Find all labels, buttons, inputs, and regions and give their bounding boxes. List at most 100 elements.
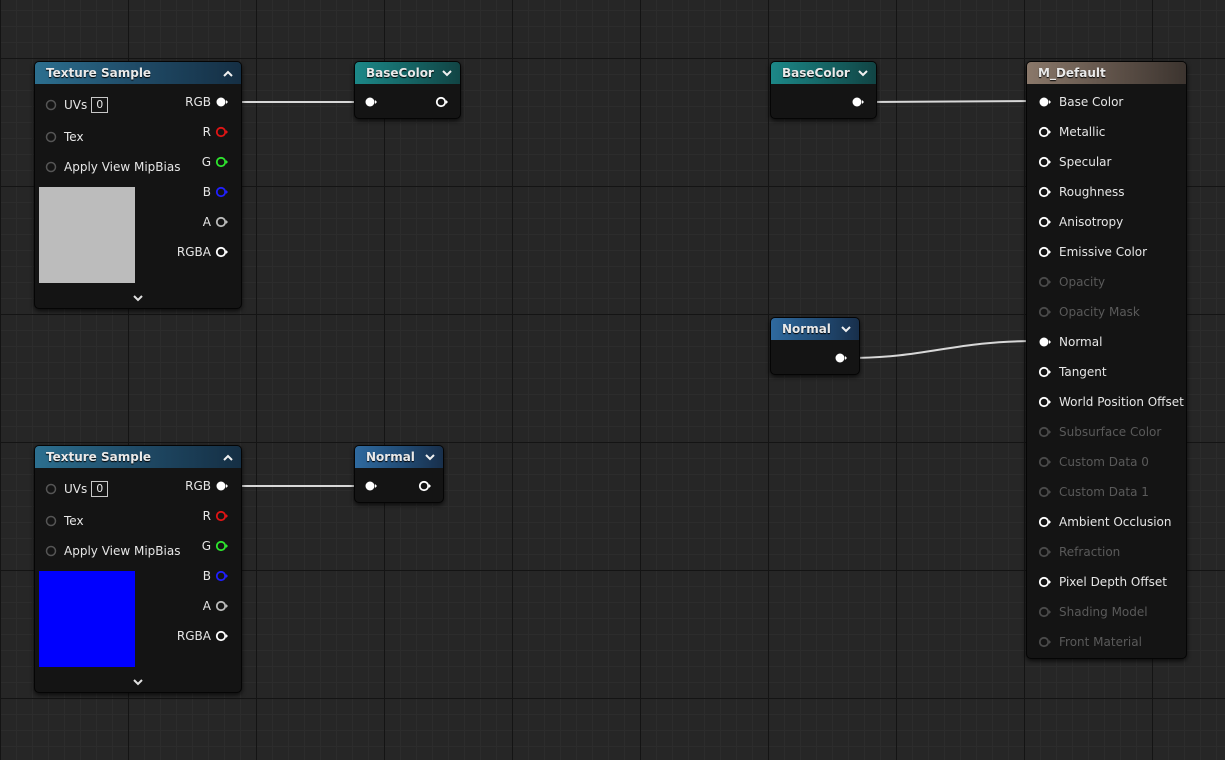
named-reroute-normal-declaration[interactable]: Normal (354, 445, 444, 503)
material-input-pin-icon[interactable] (1038, 155, 1052, 169)
r-output-pin-icon[interactable] (215, 125, 229, 139)
dropdown-chevron-down-icon[interactable] (857, 62, 869, 84)
dropdown-chevron-down-icon[interactable] (441, 62, 453, 84)
mipbias-input-pin-icon[interactable] (44, 544, 58, 558)
material-graph-canvas[interactable]: Texture Sample UVs 0 Tex Apply View MipBi… (0, 0, 1225, 760)
mipbias-input-label: Apply View MipBias (64, 544, 181, 558)
material-input-pin-icon[interactable] (1038, 365, 1052, 379)
named-reroute-basecolor-declaration[interactable]: BaseColor (354, 61, 461, 119)
normal-output-pin-icon[interactable] (418, 479, 432, 493)
uvs-value-box[interactable]: 0 (91, 97, 109, 113)
material-input-label: Custom Data 1 (1059, 485, 1149, 499)
material-input-pin-icon[interactable] (1038, 575, 1052, 589)
uvs-input-row: UVs 0 (64, 481, 109, 497)
rgba-output-label: RGBA (176, 245, 211, 259)
g-output-pin-icon[interactable] (215, 155, 229, 169)
material-input-label: World Position Offset (1059, 395, 1184, 409)
material-input-label: Roughness (1059, 185, 1125, 199)
texture-preview-thumbnail (39, 571, 135, 667)
material-input-label: Base Color (1059, 95, 1124, 109)
material-input-label: Shading Model (1059, 605, 1148, 619)
normal-usage-output-pin-icon[interactable] (834, 351, 848, 365)
rgb-output-label: RGB (185, 479, 211, 493)
a-output-label: A (202, 215, 211, 229)
g-output-label: G (201, 155, 211, 169)
material-input-pin-icon[interactable] (1038, 605, 1052, 619)
tex-input-label: Tex (64, 130, 84, 144)
tex-input-pin-icon[interactable] (44, 130, 58, 144)
material-input-pin-icon[interactable] (1038, 425, 1052, 439)
node-header[interactable]: M_Default (1027, 62, 1186, 84)
basecolor-usage-output-pin-icon[interactable] (851, 95, 865, 109)
material-input-pin-icon[interactable] (1038, 395, 1052, 409)
material-input-label: Ambient Occlusion (1059, 515, 1172, 529)
expand-chevron-down-icon[interactable] (131, 676, 145, 688)
material-input-pin-icon[interactable] (1038, 95, 1052, 109)
material-result-node[interactable]: M_Default Base Color Metallic Specular Roug… (1026, 61, 1187, 659)
uvs-label: UVs (64, 482, 88, 496)
g-output-pin-icon[interactable] (215, 539, 229, 553)
node-header[interactable]: Normal (355, 446, 443, 468)
material-input-pin-icon[interactable] (1038, 515, 1052, 529)
mipbias-input-label: Apply View MipBias (64, 160, 181, 174)
basecolor-input-pin-icon[interactable] (364, 95, 378, 109)
a-output-pin-icon[interactable] (215, 215, 229, 229)
uvs-input-pin-icon[interactable] (44, 482, 58, 496)
material-input-label: Opacity (1059, 275, 1106, 289)
material-input-pin-icon[interactable] (1038, 185, 1052, 199)
dropdown-chevron-down-icon[interactable] (424, 446, 436, 468)
material-input-label: Front Material (1059, 635, 1142, 649)
rgb-output-pin-icon[interactable] (215, 95, 229, 109)
material-input-pin-icon[interactable] (1038, 485, 1052, 499)
node-header[interactable]: BaseColor (355, 62, 460, 84)
material-input-label: Normal (1059, 335, 1103, 349)
material-input-pin-icon[interactable] (1038, 245, 1052, 259)
material-input-pin-icon[interactable] (1038, 305, 1052, 319)
material-input-label: Custom Data 0 (1059, 455, 1149, 469)
material-input-pin-icon[interactable] (1038, 545, 1052, 559)
texture-sample-node-2[interactable]: Texture Sample UVs 0 Tex Apply View MipBi… (34, 445, 242, 693)
material-input-label: Metallic (1059, 125, 1106, 139)
node-title: BaseColor (782, 66, 850, 80)
normal-input-pin-icon[interactable] (364, 479, 378, 493)
node-header[interactable]: BaseColor (771, 62, 876, 84)
material-input-pin-icon[interactable] (1038, 635, 1052, 649)
collapse-chevron-up-icon[interactable] (222, 446, 234, 468)
b-output-pin-icon[interactable] (215, 185, 229, 199)
node-header[interactable]: Texture Sample (35, 446, 241, 468)
basecolor-output-pin-icon[interactable] (435, 95, 449, 109)
material-input-pin-icon[interactable] (1038, 215, 1052, 229)
material-input-pin-icon[interactable] (1038, 275, 1052, 289)
material-input-pin-icon[interactable] (1038, 125, 1052, 139)
node-title: Texture Sample (46, 450, 152, 464)
material-input-label: Tangent (1059, 365, 1107, 379)
material-input-pin-icon[interactable] (1038, 335, 1052, 349)
node-header[interactable]: Texture Sample (35, 62, 241, 84)
mipbias-input-pin-icon[interactable] (44, 160, 58, 174)
dropdown-chevron-down-icon[interactable] (840, 318, 852, 340)
texture-preview-thumbnail (39, 187, 135, 283)
tex-input-pin-icon[interactable] (44, 514, 58, 528)
uvs-value-box[interactable]: 0 (91, 481, 109, 497)
collapse-chevron-up-icon[interactable] (222, 62, 234, 84)
rgba-output-pin-icon[interactable] (215, 245, 229, 259)
named-reroute-basecolor-usage[interactable]: BaseColor (770, 61, 877, 119)
material-input-label: Subsurface Color (1059, 425, 1162, 439)
g-output-label: G (201, 539, 211, 553)
expand-chevron-down-icon[interactable] (131, 292, 145, 304)
uvs-input-pin-icon[interactable] (44, 98, 58, 112)
node-title: M_Default (1038, 66, 1106, 80)
node-header[interactable]: Normal (771, 318, 859, 340)
a-output-pin-icon[interactable] (215, 599, 229, 613)
rgba-output-pin-icon[interactable] (215, 629, 229, 643)
node-title: Texture Sample (46, 66, 152, 80)
r-output-pin-icon[interactable] (215, 509, 229, 523)
uvs-label: UVs (64, 98, 88, 112)
rgb-output-pin-icon[interactable] (215, 479, 229, 493)
material-input-label: Anisotropy (1059, 215, 1124, 229)
named-reroute-normal-usage[interactable]: Normal (770, 317, 860, 375)
material-input-pin-icon[interactable] (1038, 455, 1052, 469)
texture-sample-node-1[interactable]: Texture Sample UVs 0 Tex Apply View MipBi… (34, 61, 242, 309)
b-output-pin-icon[interactable] (215, 569, 229, 583)
tex-input-label: Tex (64, 514, 84, 528)
